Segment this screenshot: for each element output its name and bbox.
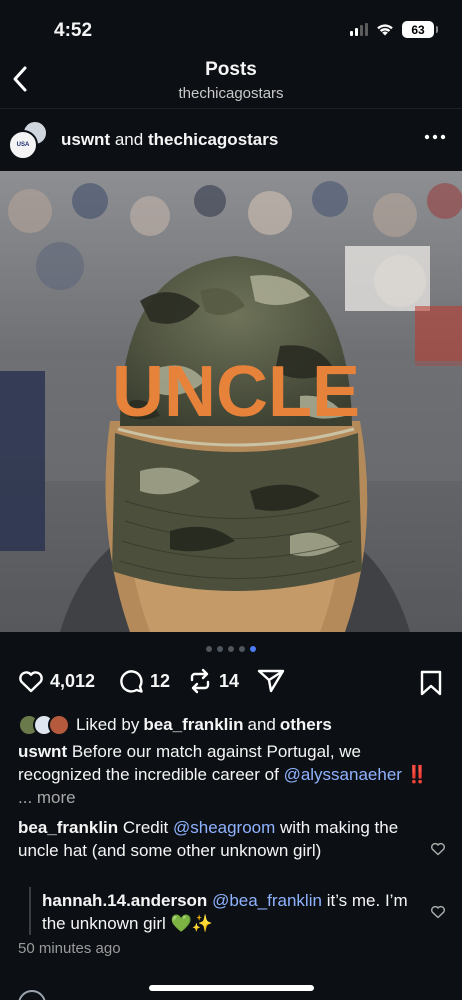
- post-authors[interactable]: uswnt and thechicagostars: [61, 130, 278, 150]
- carousel-dot[interactable]: [206, 646, 212, 652]
- status-time: 4:52: [54, 20, 93, 41]
- reply-thread-line: [29, 887, 31, 935]
- author-primary[interactable]: uswnt: [61, 130, 110, 149]
- avatar-primary[interactable]: USA: [8, 130, 38, 160]
- caption-emoji: ‼️: [406, 765, 428, 784]
- comment: bea_franklin Credit @sheagroom with maki…: [18, 816, 418, 862]
- post-timestamp: 50 minutes ago: [18, 940, 121, 957]
- page-subtitle: thechicagostars: [178, 85, 284, 102]
- liked-by[interactable]: Liked by bea_franklin and others: [18, 713, 448, 737]
- page-title: Posts: [205, 59, 257, 80]
- repost-icon: [190, 668, 210, 694]
- more-icon[interactable]: [424, 132, 446, 142]
- author-avatars[interactable]: USA: [8, 120, 48, 160]
- home-indicator[interactable]: [149, 985, 314, 991]
- like-count: 4,012: [50, 670, 96, 691]
- battery-icon: 63: [402, 21, 438, 38]
- reply-comment: hannah.14.anderson @bea_franklin it’s me…: [42, 889, 412, 935]
- author-joiner: and: [114, 130, 144, 149]
- post-image-art: UNCLE: [0, 171, 462, 632]
- comment-user[interactable]: bea_franklin: [18, 818, 118, 837]
- reply-mention[interactable]: @bea_franklin: [212, 891, 322, 910]
- like-button[interactable]: 4,012: [17, 667, 95, 695]
- comment-icon: [120, 670, 143, 693]
- repost-count: 14: [219, 670, 240, 691]
- more-link[interactable]: ... more: [18, 788, 76, 807]
- comment-like-icon[interactable]: [430, 841, 446, 856]
- carousel-dot[interactable]: [228, 646, 234, 652]
- post-image[interactable]: UNCLE: [0, 171, 462, 632]
- signal-icon: [350, 23, 368, 36]
- comment-mention[interactable]: @sheagroom: [173, 818, 275, 837]
- repost-button[interactable]: 14: [186, 667, 239, 695]
- heart-icon: [19, 671, 43, 693]
- comment-button[interactable]: 12: [117, 667, 170, 695]
- reply-like-icon[interactable]: [430, 904, 446, 919]
- caption-user[interactable]: uswnt: [18, 742, 67, 761]
- carousel-dots: [0, 646, 462, 652]
- next-post-avatar[interactable]: [18, 990, 46, 1000]
- avatar-badge-text: USA: [16, 142, 30, 148]
- liked-avatars: [18, 714, 72, 736]
- liked-others[interactable]: others: [280, 715, 332, 735]
- reply-emoji: 💚✨: [170, 914, 213, 933]
- carousel-dot[interactable]: [250, 646, 256, 652]
- wifi-icon: [377, 24, 393, 36]
- action-bar: 4,012 12 14: [0, 667, 462, 701]
- hat-text: UNCLE: [112, 352, 360, 432]
- reply-user[interactable]: hannah.14.anderson: [42, 891, 207, 910]
- bookmark-icon[interactable]: [418, 669, 444, 697]
- top-nav: Posts thechicagostars: [0, 56, 462, 108]
- caption: uswnt Before our match against Portugal,…: [18, 740, 444, 809]
- status-bar: 4:52 63: [0, 0, 462, 56]
- comment-pre: Credit: [122, 818, 169, 837]
- status-icons: 63: [350, 21, 438, 38]
- divider: [0, 108, 462, 109]
- liked-user[interactable]: bea_franklin: [143, 715, 243, 735]
- liked-joiner: and: [247, 715, 276, 734]
- author-secondary[interactable]: thechicagostars: [148, 130, 278, 149]
- carousel-dot[interactable]: [239, 646, 245, 652]
- liked-prefix: Liked by: [76, 715, 140, 734]
- share-icon[interactable]: [256, 667, 286, 695]
- comment-count: 12: [150, 670, 171, 691]
- caption-mention[interactable]: @alyssanaeher: [284, 765, 402, 784]
- carousel-dot[interactable]: [217, 646, 223, 652]
- post-header: USA uswnt and thechicagostars: [0, 116, 462, 166]
